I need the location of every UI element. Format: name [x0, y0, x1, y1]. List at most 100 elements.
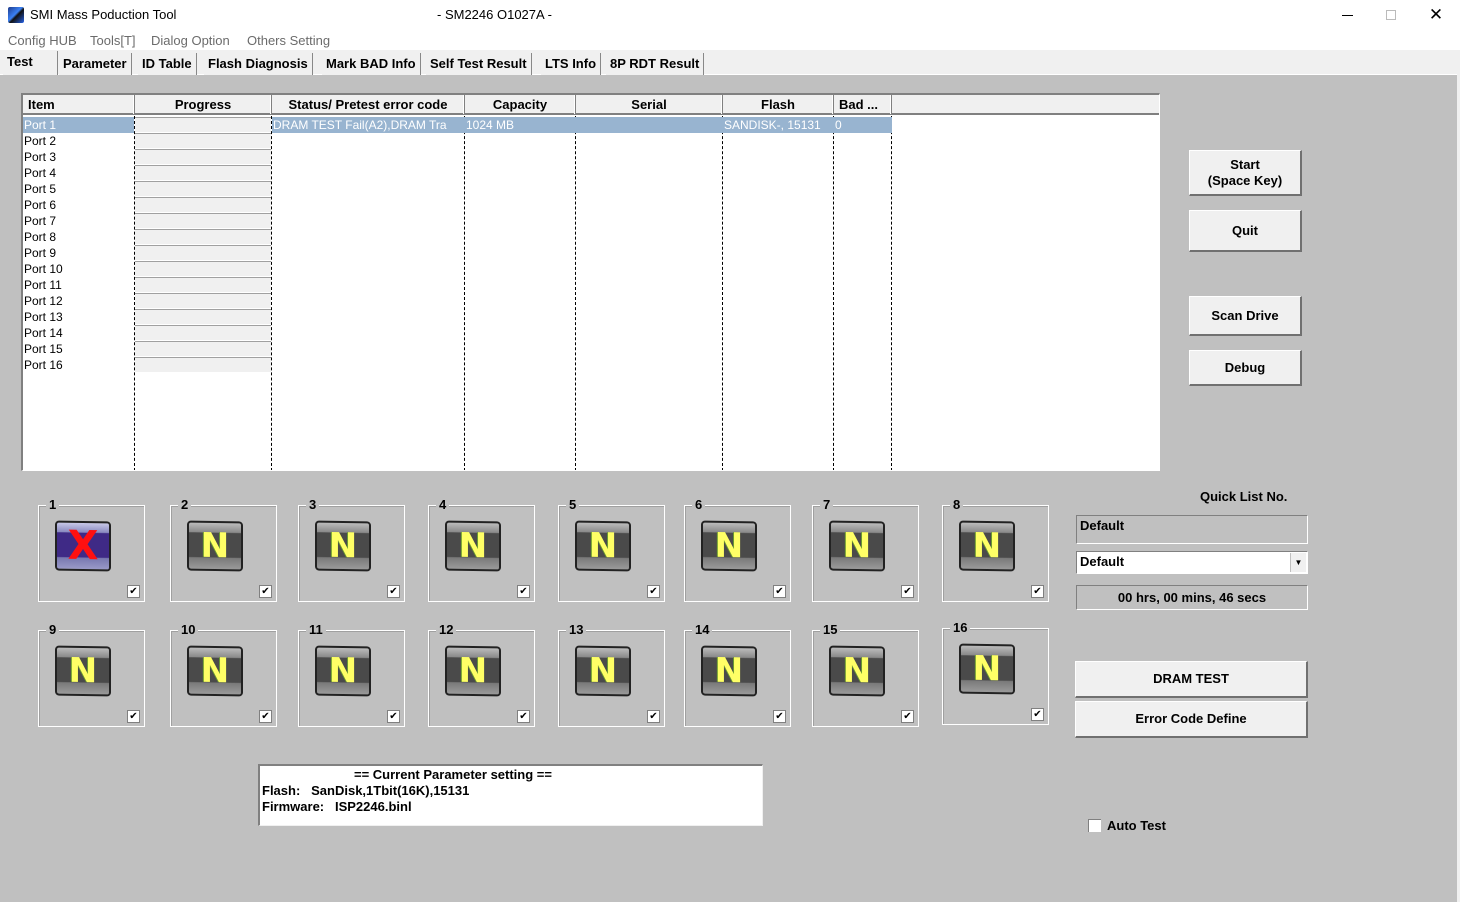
- auto-test-checkbox[interactable]: Auto Test: [1088, 818, 1166, 833]
- port-enable-checkbox[interactable]: ✔: [127, 585, 140, 598]
- table-row[interactable]: Port 14: [23, 325, 1159, 341]
- port-enable-checkbox[interactable]: ✔: [901, 710, 914, 723]
- tab-8p-rdt-result[interactable]: 8P RDT Result: [606, 53, 705, 75]
- tab-mark-bad-info[interactable]: Mark BAD Info: [322, 53, 421, 75]
- table-row[interactable]: Port 6: [23, 197, 1159, 213]
- cell-bad: [834, 293, 892, 309]
- port-label: 3: [306, 497, 320, 512]
- tab-id-table[interactable]: ID Table: [138, 53, 197, 75]
- close-button[interactable]: ✕: [1413, 0, 1459, 30]
- table-row[interactable]: Port 8: [23, 229, 1159, 245]
- column-header-serial[interactable]: Serial: [576, 95, 723, 114]
- port-enable-checkbox[interactable]: ✔: [773, 585, 786, 598]
- port-idle-icon[interactable]: N: [445, 520, 501, 572]
- port-label: 12: [436, 622, 457, 637]
- quit-button[interactable]: Quit: [1189, 210, 1302, 252]
- menu-config-hub[interactable]: Config HUB: [8, 33, 77, 48]
- port-status-glyph: N: [842, 650, 872, 692]
- port-status-glyph: N: [68, 650, 98, 692]
- debug-button[interactable]: Debug: [1189, 350, 1302, 386]
- table-row[interactable]: Port 3: [23, 149, 1159, 165]
- port-idle-icon[interactable]: N: [959, 520, 1015, 572]
- tab-flash-diagnosis[interactable]: Flash Diagnosis: [204, 53, 313, 75]
- tab-lts-info[interactable]: LTS Info: [541, 53, 602, 75]
- dram-test-button[interactable]: DRAM TEST: [1075, 661, 1308, 698]
- menu-tools[interactable]: Tools[T]: [90, 33, 136, 48]
- chevron-down-icon[interactable]: ▼: [1290, 553, 1306, 572]
- port-enable-checkbox[interactable]: ✔: [901, 585, 914, 598]
- port-enable-checkbox[interactable]: ✔: [387, 710, 400, 723]
- table-row[interactable]: Port 5: [23, 181, 1159, 197]
- port-enable-checkbox[interactable]: ✔: [647, 585, 660, 598]
- table-row[interactable]: Port 2: [23, 133, 1159, 149]
- port-idle-icon[interactable]: N: [701, 645, 757, 697]
- auto-test-box[interactable]: [1088, 819, 1101, 832]
- cell-flash: [723, 165, 834, 181]
- port-idle-icon[interactable]: N: [575, 645, 631, 697]
- port-idle-icon[interactable]: N: [187, 645, 243, 697]
- cell-serial: [576, 133, 723, 149]
- port-idle-icon[interactable]: N: [701, 520, 757, 572]
- port-label: 13: [566, 622, 587, 637]
- column-header-status[interactable]: Status/ Pretest error code: [272, 95, 465, 114]
- cell-status: [272, 245, 465, 261]
- table-row[interactable]: Port 1 DRAM TEST Fail(A2),DRAM Tra 1024 MB…: [23, 117, 1159, 133]
- cell-item: Port 3: [24, 150, 57, 164]
- quick-list-select[interactable]: Default ▼: [1076, 551, 1308, 574]
- maximize-button[interactable]: [1368, 0, 1414, 30]
- port-enable-checkbox[interactable]: ✔: [387, 585, 400, 598]
- port-idle-icon[interactable]: N: [445, 645, 501, 697]
- port-idle-icon[interactable]: N: [187, 520, 243, 572]
- column-header-flash[interactable]: Flash: [723, 95, 834, 114]
- port-enable-checkbox[interactable]: ✔: [259, 585, 272, 598]
- cell-bad: [834, 181, 892, 197]
- port-status-grid[interactable]: Item Progress Status/ Pretest error code…: [21, 93, 1160, 471]
- table-row[interactable]: Port 10: [23, 261, 1159, 277]
- table-row[interactable]: Port 12: [23, 293, 1159, 309]
- port-idle-icon[interactable]: N: [829, 645, 885, 697]
- port-label: 11: [306, 622, 326, 637]
- port-enable-checkbox[interactable]: ✔: [1031, 708, 1044, 721]
- port-fail-icon[interactable]: X: [55, 520, 111, 572]
- table-row[interactable]: Port 4: [23, 165, 1159, 181]
- port-enable-checkbox[interactable]: ✔: [1031, 585, 1044, 598]
- start-button[interactable]: Start (Space Key): [1189, 150, 1302, 196]
- column-header-bad[interactable]: Bad ...: [834, 95, 892, 114]
- port-enable-checkbox[interactable]: ✔: [127, 710, 140, 723]
- table-row[interactable]: Port 16: [23, 357, 1159, 373]
- port-8: 8 N ✔: [942, 497, 1049, 602]
- column-header-progress[interactable]: Progress: [135, 95, 272, 114]
- port-enable-checkbox[interactable]: ✔: [773, 710, 786, 723]
- port-status-glyph: N: [328, 650, 358, 692]
- table-row[interactable]: Port 13: [23, 309, 1159, 325]
- port-enable-checkbox[interactable]: ✔: [259, 710, 272, 723]
- port-label: 7: [820, 497, 834, 512]
- tab-parameter[interactable]: Parameter: [59, 53, 132, 75]
- menu-others-setting[interactable]: Others Setting: [247, 33, 330, 48]
- port-idle-icon[interactable]: N: [315, 520, 371, 572]
- port-enable-checkbox[interactable]: ✔: [647, 710, 660, 723]
- tab-test[interactable]: Test: [3, 51, 58, 75]
- port-1: 1 X ✔: [38, 497, 145, 602]
- table-row[interactable]: Port 9: [23, 245, 1159, 261]
- table-row[interactable]: Port 11: [23, 277, 1159, 293]
- column-header-capacity[interactable]: Capacity: [465, 95, 576, 114]
- cell-flash: [723, 309, 834, 325]
- port-idle-icon[interactable]: N: [959, 643, 1015, 695]
- port-enable-checkbox[interactable]: ✔: [517, 585, 530, 598]
- menu-dialog-option[interactable]: Dialog Option: [151, 33, 230, 48]
- tab-self-test-result[interactable]: Self Test Result: [426, 53, 532, 75]
- port-idle-icon[interactable]: N: [55, 645, 111, 697]
- error-code-define-button[interactable]: Error Code Define: [1075, 701, 1308, 738]
- table-row[interactable]: Port 7: [23, 213, 1159, 229]
- port-idle-icon[interactable]: N: [829, 520, 885, 572]
- table-row[interactable]: Port 15: [23, 341, 1159, 357]
- cell-item: Port 2: [24, 134, 57, 148]
- port-idle-icon[interactable]: N: [315, 645, 371, 697]
- minimize-button[interactable]: [1324, 0, 1370, 30]
- port-idle-icon[interactable]: N: [575, 520, 631, 572]
- scan-drive-button[interactable]: Scan Drive: [1189, 296, 1302, 336]
- column-header-item[interactable]: Item: [23, 95, 135, 114]
- port-enable-checkbox[interactable]: ✔: [517, 710, 530, 723]
- progress-bar: [135, 293, 271, 308]
